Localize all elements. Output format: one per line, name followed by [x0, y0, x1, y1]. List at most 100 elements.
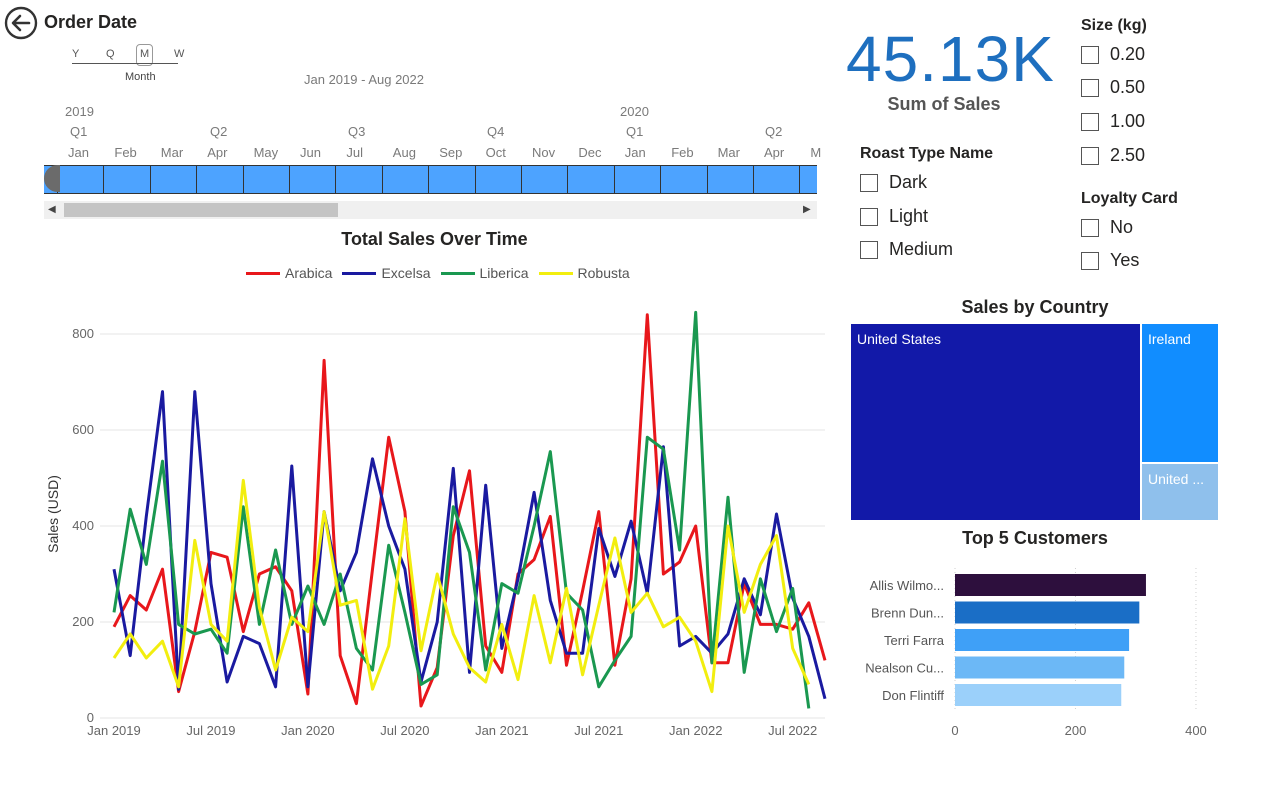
- bar[interactable]: [955, 629, 1130, 651]
- roast-option-label: Medium: [889, 239, 954, 259]
- timeline-divider: [196, 166, 198, 193]
- legend-item[interactable]: Arabica: [246, 264, 332, 282]
- timeline-month[interactable]: Apr: [764, 145, 784, 160]
- x-tick-label: Jan 2020: [281, 723, 335, 738]
- bar-chart-title: Top 5 Customers: [962, 528, 1108, 548]
- timeline-quarter: Q2: [765, 124, 783, 139]
- timeline-month[interactable]: May: [254, 145, 279, 160]
- legend-label: Robusta: [577, 265, 630, 281]
- timeline-month[interactable]: M: [810, 145, 821, 160]
- timeline-month[interactable]: Jun: [300, 145, 321, 160]
- roast-option[interactable]: Light: [860, 206, 928, 227]
- bar-category-label: Allis Wilmo...: [870, 578, 944, 593]
- loyalty-option-label: Yes: [1110, 250, 1140, 270]
- timeline-month[interactable]: Feb: [114, 145, 136, 160]
- x-tick-label: 200: [1065, 723, 1087, 738]
- y-axis-label: Sales (USD): [45, 475, 61, 553]
- checkbox-icon[interactable]: [1081, 45, 1099, 64]
- roast-option[interactable]: Medium: [860, 239, 953, 260]
- checkbox-icon[interactable]: [1081, 146, 1099, 165]
- timeline-month[interactable]: Apr: [207, 145, 227, 160]
- timeline-quarter: Q3: [348, 124, 366, 139]
- size-option[interactable]: 0.20: [1081, 44, 1145, 65]
- loyalty-option[interactable]: No: [1081, 217, 1133, 238]
- timeline-month[interactable]: Jan: [625, 145, 646, 160]
- timeline-month[interactable]: Mar: [161, 145, 183, 160]
- timeline-month[interactable]: Feb: [671, 145, 693, 160]
- treemap-tile-label: Ireland: [1148, 331, 1191, 347]
- roast-option[interactable]: Dark: [860, 172, 927, 193]
- checkbox-icon[interactable]: [860, 173, 878, 192]
- timeline-divider: [428, 166, 430, 193]
- line-chart: 0200400600800Jan 2019 Jul 2019 Jan 2020 Jul…: [45, 310, 827, 738]
- size-option-label: 0.20: [1110, 44, 1146, 64]
- checkbox-icon[interactable]: [1081, 112, 1099, 131]
- timeline-scroll-thumb[interactable]: [64, 203, 338, 217]
- timeline-month[interactable]: Jan: [68, 145, 89, 160]
- x-tick-label: Jan 2019: [87, 723, 141, 738]
- bar[interactable]: [955, 574, 1146, 596]
- timeline-month[interactable]: Aug: [393, 145, 416, 160]
- x-tick-label: Jan 2021: [475, 723, 529, 738]
- timeline-month[interactable]: Dec: [578, 145, 601, 160]
- treemap-tile-label: United ...: [1148, 471, 1205, 487]
- treemap-title: Sales by Country: [961, 297, 1109, 317]
- checkbox-icon[interactable]: [1081, 251, 1099, 270]
- legend-swatch: [246, 271, 280, 275]
- timeline-divider: [521, 166, 522, 193]
- kpi-label: Sum of Sales: [887, 94, 1001, 114]
- x-tick-label: 400: [1185, 723, 1207, 738]
- timeline-month[interactable]: Jul: [346, 145, 363, 160]
- legend-item[interactable]: Robusta: [538, 264, 630, 282]
- checkbox-icon[interactable]: [1081, 78, 1099, 97]
- y-tick-label: 400: [72, 518, 94, 533]
- treemap-tile-label: United States: [857, 331, 942, 347]
- legend-label: Arabica: [285, 265, 333, 281]
- timeline-year: 2019: [65, 104, 94, 119]
- x-tick-label: 0: [951, 723, 958, 738]
- scroll-left-icon[interactable]: ◀: [48, 204, 56, 215]
- timeline-divider: [335, 166, 337, 193]
- legend-item[interactable]: Liberica: [440, 264, 529, 282]
- timeline-divider: [753, 166, 754, 193]
- size-slicer-title: Size (kg): [1081, 17, 1147, 34]
- y-tick-label: 800: [72, 326, 94, 341]
- bar-chart: 0 200 400 Allis Wilmo... Brenn Dun... Terri F…: [865, 568, 1207, 738]
- timeline-month[interactable]: Oct: [486, 145, 506, 160]
- checkbox-icon[interactable]: [860, 240, 878, 259]
- timeline-divider: [660, 166, 662, 193]
- loyalty-slicer-title: Loyalty Card: [1081, 190, 1178, 207]
- legend-swatch: [342, 271, 377, 275]
- legend-item[interactable]: Excelsa: [342, 264, 431, 282]
- size-option[interactable]: 0.50: [1081, 77, 1145, 98]
- timeline-month[interactable]: Sep: [439, 145, 462, 160]
- timeline-divider: [706, 166, 708, 193]
- timeline-month[interactable]: Nov: [532, 145, 555, 160]
- treemap-tile-united-states[interactable]: United States: [850, 323, 1141, 521]
- timeline-year: 2020: [620, 104, 649, 119]
- treemap-tile-ireland[interactable]: Ireland: [1141, 323, 1219, 463]
- bar[interactable]: [955, 601, 1140, 624]
- checkbox-icon[interactable]: [1081, 218, 1099, 237]
- legend-swatch: [538, 271, 573, 275]
- loyalty-option[interactable]: Yes: [1081, 250, 1139, 271]
- scroll-right-icon[interactable]: ▶: [803, 204, 811, 215]
- checkbox-icon[interactable]: [860, 207, 878, 226]
- legend-swatch: [440, 271, 475, 275]
- timeline-bar[interactable]: [44, 165, 817, 194]
- kpi-value: 45.13K: [846, 23, 1055, 95]
- timeline-month[interactable]: Mar: [718, 145, 740, 160]
- bar[interactable]: [955, 656, 1125, 679]
- roast-slicer-title: Roast Type Name: [860, 145, 994, 162]
- bar-category-label: Brenn Dun...: [871, 606, 944, 621]
- series-line-excelsa[interactable]: [112, 390, 827, 700]
- bar[interactable]: [955, 684, 1122, 706]
- timeline-divider: [381, 166, 383, 193]
- size-option-label: 1.00: [1110, 111, 1146, 131]
- size-option[interactable]: 1.00: [1081, 111, 1145, 132]
- size-option[interactable]: 2.50: [1081, 145, 1145, 166]
- timeline-quarter: Q2: [210, 124, 228, 139]
- timeline-divider: [289, 166, 290, 193]
- treemap-tile-united-kingdom[interactable]: United ...: [1141, 463, 1219, 521]
- timeline-divider: [103, 166, 105, 193]
